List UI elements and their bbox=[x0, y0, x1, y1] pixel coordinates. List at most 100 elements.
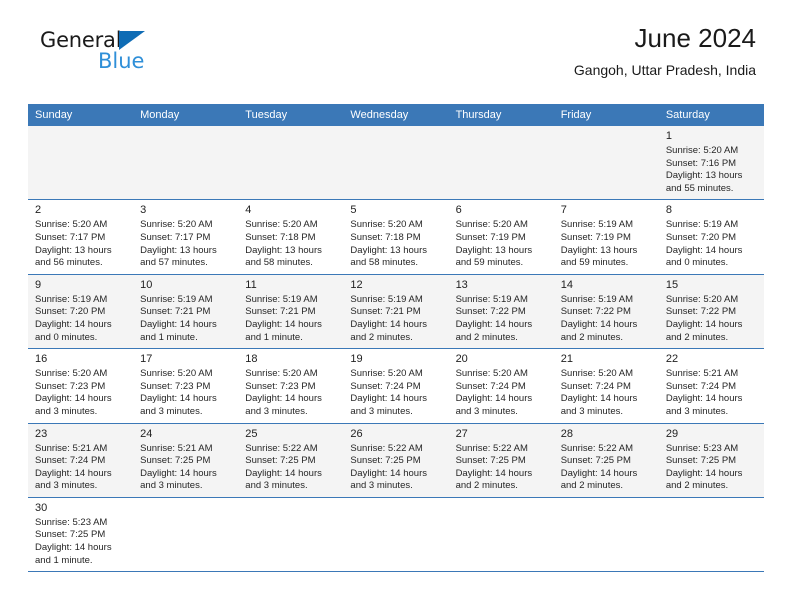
day-sun-info: Sunrise: 5:20 AM Sunset: 7:24 PM Daylight:… bbox=[554, 368, 659, 422]
day-sun-info: Sunrise: 5:23 AM Sunset: 7:25 PM Daylight:… bbox=[28, 517, 133, 571]
daylight-text-line1: Daylight: 14 hours bbox=[350, 467, 427, 479]
calendar-day-cell-empty bbox=[133, 497, 239, 572]
day-sun-info: Sunrise: 5:19 AM Sunset: 7:21 PM Daylight:… bbox=[133, 294, 238, 348]
day-number: 23 bbox=[35, 427, 48, 440]
sunset-text: Sunset: 7:21 PM bbox=[350, 306, 421, 318]
calendar-day-cell-28[interactable]: 28 Sunrise: 5:22 AM Sunset: 7:25 PM Dayligh… bbox=[553, 423, 659, 497]
calendar-week-row: 23 Sunrise: 5:21 AM Sunset: 7:24 PM Dayligh… bbox=[28, 423, 764, 498]
sunrise-text: Sunrise: 5:19 AM bbox=[665, 219, 739, 231]
calendar-day-cell-30[interactable]: 30 Sunrise: 5:23 AM Sunset: 7:25 PM Dayligh… bbox=[28, 497, 134, 572]
sunset-text: Sunset: 7:24 PM bbox=[560, 380, 631, 392]
title-block: June 2024 Gangoh, Uttar Pradesh, India bbox=[574, 22, 756, 80]
day-sun-info: Sunrise: 5:20 AM Sunset: 7:17 PM Daylight:… bbox=[28, 219, 133, 273]
calendar-day-cell-13[interactable]: 13 Sunrise: 5:19 AM Sunset: 7:22 PM Dayligh… bbox=[448, 274, 554, 349]
day-number: 20 bbox=[455, 353, 468, 366]
calendar-day-cell-19[interactable]: 19 Sunrise: 5:20 AM Sunset: 7:24 PM Dayligh… bbox=[343, 349, 449, 423]
daylight-text-line1: Daylight: 13 hours bbox=[560, 244, 638, 256]
daylight-text-line1: Daylight: 14 hours bbox=[665, 467, 743, 479]
calendar-day-cell-14[interactable]: 14 Sunrise: 5:19 AM Sunset: 7:22 PM Dayligh… bbox=[553, 274, 659, 349]
calendar-week-row: 1 Sunrise: 5:20 AM Sunset: 7:16 PM Daylight… bbox=[28, 126, 764, 201]
weekday-header-row: Sunday Monday Tuesday Wednesday Thursday Frid… bbox=[28, 104, 764, 126]
calendar-day-cell-22[interactable]: 22 Sunrise: 5:21 AM Sunset: 7:24 PM Dayligh… bbox=[658, 349, 764, 423]
day-number: 19 bbox=[350, 353, 363, 366]
calendar-day-cell-2[interactable]: 2 Sunrise: 5:20 AM Sunset: 7:17 PM Daylight… bbox=[28, 200, 134, 274]
daylight-text-line1: Daylight: 13 hours bbox=[35, 244, 112, 256]
sunrise-text: Sunrise: 5:20 AM bbox=[665, 293, 739, 305]
daylight-text-line2: and 2 minutes. bbox=[350, 331, 413, 343]
calendar-day-cell-9[interactable]: 9 Sunrise: 5:19 AM Sunset: 7:20 PM Daylight… bbox=[28, 274, 134, 349]
calendar-day-cell-18[interactable]: 18 Sunrise: 5:20 AM Sunset: 7:23 PM Dayligh… bbox=[238, 349, 344, 423]
day-sun-info: Sunrise: 5:19 AM Sunset: 7:22 PM Daylight:… bbox=[554, 294, 659, 348]
weekday-header-monday: Monday bbox=[140, 109, 180, 121]
day-sun-info: Sunrise: 5:19 AM Sunset: 7:19 PM Daylight:… bbox=[554, 219, 659, 273]
sunset-text: Sunset: 7:23 PM bbox=[35, 380, 106, 392]
sunset-text: Sunset: 7:24 PM bbox=[455, 380, 526, 392]
day-sun-info: Sunrise: 5:20 AM Sunset: 7:17 PM Daylight:… bbox=[133, 219, 238, 273]
calendar-day-cell-8[interactable]: 8 Sunrise: 5:19 AM Sunset: 7:20 PM Daylight… bbox=[658, 200, 764, 274]
calendar-day-cell-24[interactable]: 24 Sunrise: 5:21 AM Sunset: 7:25 PM Dayligh… bbox=[133, 423, 239, 497]
day-number: 26 bbox=[350, 427, 363, 440]
calendar-day-cell-1[interactable]: 1 Sunrise: 5:20 AM Sunset: 7:16 PM Daylight… bbox=[658, 126, 764, 200]
calendar-day-cell-3[interactable]: 3 Sunrise: 5:20 AM Sunset: 7:17 PM Daylight… bbox=[133, 200, 239, 274]
daylight-text-line2: and 59 minutes. bbox=[455, 257, 524, 269]
day-number: 14 bbox=[560, 278, 573, 291]
calendar-day-cell-empty bbox=[553, 126, 659, 200]
calendar-day-cell-26[interactable]: 26 Sunrise: 5:22 AM Sunset: 7:25 PM Dayligh… bbox=[343, 423, 449, 497]
daylight-text-line1: Daylight: 14 hours bbox=[560, 393, 638, 405]
daylight-text-line1: Daylight: 14 hours bbox=[455, 393, 533, 405]
sunset-text: Sunset: 7:25 PM bbox=[665, 455, 737, 467]
calendar-day-cell-empty bbox=[448, 126, 554, 200]
calendar-day-cell-6[interactable]: 6 Sunrise: 5:20 AM Sunset: 7:19 PM Daylight… bbox=[448, 200, 554, 274]
calendar-day-cell-empty bbox=[238, 126, 344, 200]
daylight-text-line2: and 58 minutes. bbox=[245, 257, 313, 269]
sunset-text: Sunset: 7:23 PM bbox=[245, 380, 316, 392]
logo-text-blue: Blue bbox=[98, 49, 145, 73]
calendar-day-cell-5[interactable]: 5 Sunrise: 5:20 AM Sunset: 7:18 PM Daylight… bbox=[343, 200, 449, 274]
day-number: 7 bbox=[560, 204, 567, 217]
day-sun-info: Sunrise: 5:21 AM Sunset: 7:25 PM Daylight:… bbox=[133, 443, 238, 497]
calendar-day-cell-11[interactable]: 11 Sunrise: 5:19 AM Sunset: 7:21 PM Dayligh… bbox=[238, 274, 344, 349]
day-sun-info: Sunrise: 5:20 AM Sunset: 7:22 PM Daylight:… bbox=[659, 294, 764, 348]
sunset-text: Sunset: 7:25 PM bbox=[560, 455, 631, 467]
general-blue-logo[interactable]: General Blue bbox=[40, 28, 240, 80]
sunrise-text: Sunrise: 5:20 AM bbox=[455, 219, 528, 231]
calendar-day-cell-10[interactable]: 10 Sunrise: 5:19 AM Sunset: 7:21 PM Dayligh… bbox=[133, 274, 239, 349]
sunset-text: Sunset: 7:25 PM bbox=[35, 529, 106, 541]
daylight-text-line1: Daylight: 14 hours bbox=[665, 244, 743, 256]
calendar-day-cell-12[interactable]: 12 Sunrise: 5:19 AM Sunset: 7:21 PM Dayligh… bbox=[343, 274, 449, 349]
calendar-day-cell-17[interactable]: 17 Sunrise: 5:20 AM Sunset: 7:23 PM Dayligh… bbox=[133, 349, 239, 423]
daylight-text-line1: Daylight: 14 hours bbox=[665, 318, 743, 330]
calendar-day-cell-20[interactable]: 20 Sunrise: 5:20 AM Sunset: 7:24 PM Dayligh… bbox=[448, 349, 554, 423]
calendar-day-cell-empty bbox=[28, 126, 134, 200]
daylight-text-line1: Daylight: 14 hours bbox=[560, 467, 638, 479]
calendar-day-cell-7[interactable]: 7 Sunrise: 5:19 AM Sunset: 7:19 PM Daylight… bbox=[553, 200, 659, 274]
sunset-text: Sunset: 7:17 PM bbox=[140, 231, 211, 243]
calendar-week-row: 30 Sunrise: 5:23 AM Sunset: 7:25 PM Dayligh… bbox=[28, 497, 764, 573]
day-sun-info: Sunrise: 5:20 AM Sunset: 7:18 PM Daylight:… bbox=[238, 219, 343, 273]
daylight-text-line1: Daylight: 13 hours bbox=[350, 244, 427, 256]
calendar-day-cell-15[interactable]: 15 Sunrise: 5:20 AM Sunset: 7:22 PM Dayligh… bbox=[658, 274, 764, 349]
sunset-text: Sunset: 7:20 PM bbox=[35, 306, 106, 318]
daylight-text-line1: Daylight: 14 hours bbox=[245, 467, 322, 479]
day-number: 3 bbox=[140, 204, 147, 217]
calendar-day-cell-21[interactable]: 21 Sunrise: 5:20 AM Sunset: 7:24 PM Dayligh… bbox=[553, 349, 659, 423]
daylight-text-line2: and 2 minutes. bbox=[665, 480, 729, 492]
calendar-day-cell-25[interactable]: 25 Sunrise: 5:22 AM Sunset: 7:25 PM Dayligh… bbox=[238, 423, 344, 497]
daylight-text-line2: and 3 minutes. bbox=[140, 405, 203, 417]
calendar-day-cell-27[interactable]: 27 Sunrise: 5:22 AM Sunset: 7:25 PM Dayligh… bbox=[448, 423, 554, 497]
day-number: 17 bbox=[140, 353, 153, 366]
sunset-text: Sunset: 7:19 PM bbox=[560, 231, 631, 243]
daylight-text-line2: and 2 minutes. bbox=[455, 331, 518, 343]
calendar-day-cell-4[interactable]: 4 Sunrise: 5:20 AM Sunset: 7:18 PM Daylight… bbox=[238, 200, 344, 274]
calendar-day-cell-29[interactable]: 29 Sunrise: 5:23 AM Sunset: 7:25 PM Dayligh… bbox=[658, 423, 764, 497]
daylight-text-line2: and 1 minute. bbox=[140, 331, 198, 343]
calendar-day-cell-empty bbox=[658, 497, 764, 572]
sunset-text: Sunset: 7:20 PM bbox=[665, 231, 737, 243]
daylight-text-line1: Daylight: 14 hours bbox=[455, 467, 533, 479]
sunrise-text: Sunrise: 5:20 AM bbox=[350, 219, 423, 231]
day-sun-info: Sunrise: 5:20 AM Sunset: 7:23 PM Daylight:… bbox=[238, 368, 343, 422]
daylight-text-line2: and 0 minutes. bbox=[35, 331, 98, 343]
calendar-day-cell-23[interactable]: 23 Sunrise: 5:21 AM Sunset: 7:24 PM Dayligh… bbox=[28, 423, 134, 497]
page-title: June 2024 bbox=[634, 23, 756, 53]
calendar-day-cell-16[interactable]: 16 Sunrise: 5:20 AM Sunset: 7:23 PM Dayligh… bbox=[28, 349, 134, 423]
